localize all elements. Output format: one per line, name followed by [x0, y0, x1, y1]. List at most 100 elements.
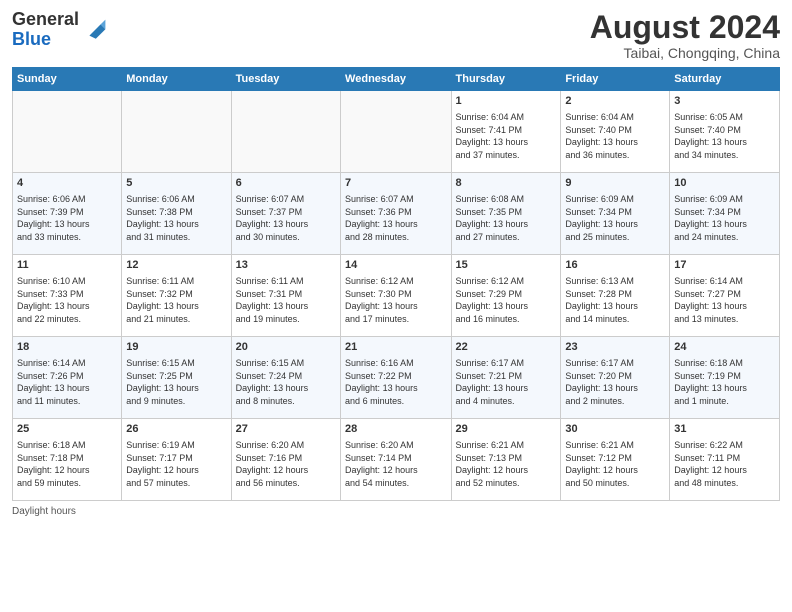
- day-info: Sunrise: 6:06 AMSunset: 7:39 PMDaylight:…: [17, 193, 117, 243]
- day-info: Sunrise: 6:10 AMSunset: 7:33 PMDaylight:…: [17, 275, 117, 325]
- logo-text-block: General Blue: [12, 10, 79, 50]
- day-number: 30: [565, 422, 665, 438]
- calendar-cell: 9Sunrise: 6:09 AMSunset: 7:34 PMDaylight…: [561, 173, 670, 255]
- day-info: Sunrise: 6:08 AMSunset: 7:35 PMDaylight:…: [456, 193, 557, 243]
- day-info: Sunrise: 6:11 AMSunset: 7:32 PMDaylight:…: [126, 275, 226, 325]
- day-number: 4: [17, 176, 117, 192]
- calendar-cell: 11Sunrise: 6:10 AMSunset: 7:33 PMDayligh…: [13, 255, 122, 337]
- logo-general: General: [12, 9, 79, 29]
- day-info: Sunrise: 6:04 AMSunset: 7:40 PMDaylight:…: [565, 111, 665, 161]
- day-info: Sunrise: 6:17 AMSunset: 7:20 PMDaylight:…: [565, 357, 665, 407]
- calendar-cell: 31Sunrise: 6:22 AMSunset: 7:11 PMDayligh…: [670, 419, 780, 501]
- month-year: August 2024: [590, 10, 780, 45]
- day-number: 7: [345, 176, 446, 192]
- calendar-cell: [231, 91, 340, 173]
- calendar-cell: 10Sunrise: 6:09 AMSunset: 7:34 PMDayligh…: [670, 173, 780, 255]
- weekday-wednesday: Wednesday: [341, 68, 451, 91]
- calendar-cell: 8Sunrise: 6:08 AMSunset: 7:35 PMDaylight…: [451, 173, 561, 255]
- day-number: 26: [126, 422, 226, 438]
- header: General Blue August 2024 Taibai, Chongqi…: [12, 10, 780, 61]
- week-row-3: 11Sunrise: 6:10 AMSunset: 7:33 PMDayligh…: [13, 255, 780, 337]
- main-container: General Blue August 2024 Taibai, Chongqi…: [0, 0, 792, 612]
- calendar-cell: 27Sunrise: 6:20 AMSunset: 7:16 PMDayligh…: [231, 419, 340, 501]
- day-info: Sunrise: 6:21 AMSunset: 7:12 PMDaylight:…: [565, 439, 665, 489]
- title-block: August 2024 Taibai, Chongqing, China: [590, 10, 780, 61]
- weekday-thursday: Thursday: [451, 68, 561, 91]
- day-number: 27: [236, 422, 336, 438]
- day-info: Sunrise: 6:14 AMSunset: 7:27 PMDaylight:…: [674, 275, 775, 325]
- weekday-sunday: Sunday: [13, 68, 122, 91]
- calendar-cell: 3Sunrise: 6:05 AMSunset: 7:40 PMDaylight…: [670, 91, 780, 173]
- calendar-cell: 15Sunrise: 6:12 AMSunset: 7:29 PMDayligh…: [451, 255, 561, 337]
- calendar-cell: 30Sunrise: 6:21 AMSunset: 7:12 PMDayligh…: [561, 419, 670, 501]
- day-number: 21: [345, 340, 446, 356]
- day-info: Sunrise: 6:22 AMSunset: 7:11 PMDaylight:…: [674, 439, 775, 489]
- calendar-cell: 22Sunrise: 6:17 AMSunset: 7:21 PMDayligh…: [451, 337, 561, 419]
- calendar-cell: 6Sunrise: 6:07 AMSunset: 7:37 PMDaylight…: [231, 173, 340, 255]
- day-number: 3: [674, 94, 775, 110]
- day-info: Sunrise: 6:21 AMSunset: 7:13 PMDaylight:…: [456, 439, 557, 489]
- day-number: 12: [126, 258, 226, 274]
- day-number: 8: [456, 176, 557, 192]
- weekday-monday: Monday: [122, 68, 231, 91]
- day-info: Sunrise: 6:11 AMSunset: 7:31 PMDaylight:…: [236, 275, 336, 325]
- calendar-cell: 26Sunrise: 6:19 AMSunset: 7:17 PMDayligh…: [122, 419, 231, 501]
- calendar-cell: 21Sunrise: 6:16 AMSunset: 7:22 PMDayligh…: [341, 337, 451, 419]
- calendar-cell: 24Sunrise: 6:18 AMSunset: 7:19 PMDayligh…: [670, 337, 780, 419]
- calendar-cell: [122, 91, 231, 173]
- day-number: 23: [565, 340, 665, 356]
- calendar-cell: 16Sunrise: 6:13 AMSunset: 7:28 PMDayligh…: [561, 255, 670, 337]
- day-number: 28: [345, 422, 446, 438]
- week-row-2: 4Sunrise: 6:06 AMSunset: 7:39 PMDaylight…: [13, 173, 780, 255]
- day-info: Sunrise: 6:16 AMSunset: 7:22 PMDaylight:…: [345, 357, 446, 407]
- day-info: Sunrise: 6:05 AMSunset: 7:40 PMDaylight:…: [674, 111, 775, 161]
- calendar-cell: 17Sunrise: 6:14 AMSunset: 7:27 PMDayligh…: [670, 255, 780, 337]
- day-info: Sunrise: 6:12 AMSunset: 7:30 PMDaylight:…: [345, 275, 446, 325]
- calendar-cell: 12Sunrise: 6:11 AMSunset: 7:32 PMDayligh…: [122, 255, 231, 337]
- calendar-cell: 13Sunrise: 6:11 AMSunset: 7:31 PMDayligh…: [231, 255, 340, 337]
- day-info: Sunrise: 6:17 AMSunset: 7:21 PMDaylight:…: [456, 357, 557, 407]
- day-info: Sunrise: 6:19 AMSunset: 7:17 PMDaylight:…: [126, 439, 226, 489]
- calendar-cell: 29Sunrise: 6:21 AMSunset: 7:13 PMDayligh…: [451, 419, 561, 501]
- day-number: 16: [565, 258, 665, 274]
- day-info: Sunrise: 6:04 AMSunset: 7:41 PMDaylight:…: [456, 111, 557, 161]
- calendar-cell: 2Sunrise: 6:04 AMSunset: 7:40 PMDaylight…: [561, 91, 670, 173]
- weekday-friday: Friday: [561, 68, 670, 91]
- day-number: 17: [674, 258, 775, 274]
- day-number: 5: [126, 176, 226, 192]
- day-number: 13: [236, 258, 336, 274]
- day-number: 25: [17, 422, 117, 438]
- day-info: Sunrise: 6:12 AMSunset: 7:29 PMDaylight:…: [456, 275, 557, 325]
- day-number: 15: [456, 258, 557, 274]
- weekday-saturday: Saturday: [670, 68, 780, 91]
- calendar-cell: 23Sunrise: 6:17 AMSunset: 7:20 PMDayligh…: [561, 337, 670, 419]
- calendar-cell: 28Sunrise: 6:20 AMSunset: 7:14 PMDayligh…: [341, 419, 451, 501]
- day-info: Sunrise: 6:15 AMSunset: 7:24 PMDaylight:…: [236, 357, 336, 407]
- day-info: Sunrise: 6:14 AMSunset: 7:26 PMDaylight:…: [17, 357, 117, 407]
- day-number: 20: [236, 340, 336, 356]
- week-row-1: 1Sunrise: 6:04 AMSunset: 7:41 PMDaylight…: [13, 91, 780, 173]
- day-number: 9: [565, 176, 665, 192]
- day-info: Sunrise: 6:18 AMSunset: 7:18 PMDaylight:…: [17, 439, 117, 489]
- calendar-table: SundayMondayTuesdayWednesdayThursdayFrid…: [12, 67, 780, 501]
- calendar-cell: 19Sunrise: 6:15 AMSunset: 7:25 PMDayligh…: [122, 337, 231, 419]
- calendar-cell: 14Sunrise: 6:12 AMSunset: 7:30 PMDayligh…: [341, 255, 451, 337]
- day-info: Sunrise: 6:13 AMSunset: 7:28 PMDaylight:…: [565, 275, 665, 325]
- calendar-cell: 5Sunrise: 6:06 AMSunset: 7:38 PMDaylight…: [122, 173, 231, 255]
- calendar-cell: 25Sunrise: 6:18 AMSunset: 7:18 PMDayligh…: [13, 419, 122, 501]
- day-info: Sunrise: 6:20 AMSunset: 7:16 PMDaylight:…: [236, 439, 336, 489]
- location: Taibai, Chongqing, China: [590, 45, 780, 61]
- day-number: 24: [674, 340, 775, 356]
- day-number: 18: [17, 340, 117, 356]
- day-number: 22: [456, 340, 557, 356]
- day-number: 10: [674, 176, 775, 192]
- calendar-cell: 7Sunrise: 6:07 AMSunset: 7:36 PMDaylight…: [341, 173, 451, 255]
- logo: General Blue: [12, 10, 107, 50]
- logo-icon: [83, 18, 107, 42]
- day-info: Sunrise: 6:07 AMSunset: 7:37 PMDaylight:…: [236, 193, 336, 243]
- day-info: Sunrise: 6:06 AMSunset: 7:38 PMDaylight:…: [126, 193, 226, 243]
- calendar-cell: 4Sunrise: 6:06 AMSunset: 7:39 PMDaylight…: [13, 173, 122, 255]
- calendar-cell: [341, 91, 451, 173]
- daylight-hours-label: Daylight hours: [12, 506, 76, 517]
- day-number: 11: [17, 258, 117, 274]
